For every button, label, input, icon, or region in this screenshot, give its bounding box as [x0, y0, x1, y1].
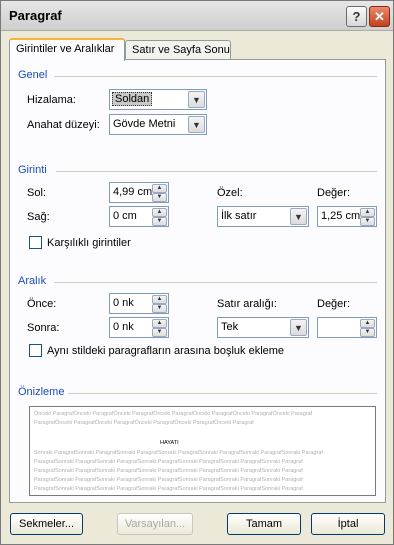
chevron-down-icon[interactable]: ▼ [290, 208, 307, 225]
dialog-title: Paragraf [9, 8, 62, 23]
preview-previous-line: ParagrafÖnceki ParagrafÖnceki ParagrafÖn… [34, 420, 254, 426]
spin-up-icon[interactable]: ▲ [360, 208, 375, 217]
outline-level-label: Anahat düzeyi: [27, 119, 100, 131]
alignment-value: Soldan [112, 92, 153, 106]
divider [68, 393, 377, 394]
spin-up-icon[interactable]: ▲ [360, 319, 375, 328]
preview-next-line: ParagrafSonraki ParagrafSonraki Paragraf… [34, 477, 303, 483]
preview-group-title: Önizleme [18, 386, 65, 398]
tabs-button[interactable]: Sekmeler... [10, 513, 83, 535]
indent-by-value: 1,25 cm [321, 210, 361, 222]
cancel-button[interactable]: İptal [311, 513, 385, 535]
general-group-title: Genel [18, 69, 48, 81]
preview-next-line: Sonraki ParagrafSonraki ParagrafSonraki … [34, 450, 323, 456]
spacing-after-value: 0 nk [113, 321, 134, 333]
spin-down-icon[interactable]: ▼ [360, 217, 375, 226]
outline-level-value: Gövde Metni [113, 118, 176, 130]
chevron-down-icon[interactable]: ▼ [188, 91, 205, 108]
divider [54, 76, 377, 77]
line-spacing-value: Tek [221, 321, 239, 333]
tab-indents-spacing[interactable]: Girintiler ve Aralıklar [9, 38, 125, 61]
spin-down-icon[interactable]: ▼ [152, 328, 167, 337]
spin-up-icon[interactable]: ▲ [152, 184, 167, 193]
special-label: Özel: [217, 187, 243, 199]
spin-down-icon[interactable]: ▼ [152, 217, 167, 226]
cancel-button-label: İptal [337, 518, 359, 530]
spacing-group-title: Aralık [18, 275, 47, 287]
tab-panel: Genel Hizalama: Soldan ▼ Anahat düzeyi: … [9, 59, 386, 503]
indentation-group-title: Girinti [18, 164, 47, 176]
preview-current-paragraph: HAYATI [160, 440, 179, 446]
chevron-down-icon[interactable]: ▼ [290, 319, 307, 336]
spacing-after-stepper[interactable]: 0 nk ▲ ▼ [109, 317, 169, 338]
spin-down-icon[interactable]: ▼ [360, 328, 375, 337]
spacing-before-stepper[interactable]: 0 nk ▲ ▼ [109, 293, 169, 314]
left-indent-stepper[interactable]: 4,99 cm ▲ ▼ [109, 182, 169, 203]
spacing-before-label: Önce: [27, 298, 57, 310]
line-spacing-select[interactable]: Tek ▼ [217, 317, 309, 338]
tab-label: Girintiler ve Aralıklar [16, 43, 115, 55]
chevron-down-icon[interactable]: ▼ [188, 116, 205, 133]
line-spacing-at-stepper[interactable]: ▲ ▼ [317, 317, 377, 338]
no-space-same-style-label: Aynı stildeki paragrafların arasına boşl… [47, 345, 285, 357]
left-indent-label: Sol: [27, 187, 46, 199]
indent-by-stepper[interactable]: 1,25 cm ▲ ▼ [317, 206, 377, 227]
tab-label: Satır ve Sayfa Sonu [132, 44, 230, 56]
ok-button-label: Tamam [245, 518, 283, 530]
help-icon: ? [352, 9, 361, 24]
line-spacing-label: Satır aralığı: [217, 298, 277, 310]
right-indent-label: Sağ: [27, 211, 50, 223]
ok-button[interactable]: Tamam [227, 513, 301, 535]
help-button[interactable]: ? [346, 6, 367, 27]
alignment-select[interactable]: Soldan ▼ [109, 89, 207, 110]
spacing-after-label: Sonra: [27, 322, 60, 334]
spin-up-icon[interactable]: ▲ [152, 319, 167, 328]
indent-by-label: Değer: [317, 187, 351, 199]
divider [54, 282, 377, 283]
spacing-before-value: 0 nk [113, 297, 134, 309]
close-icon: ✕ [374, 8, 385, 24]
preview-next-line: ParagrafSonraki ParagrafSonraki Paragraf… [34, 459, 303, 465]
preview-pane: Önceki ParagrafÖnceki ParagrafÖnceki Par… [29, 406, 376, 496]
spin-down-icon[interactable]: ▼ [152, 304, 167, 313]
spin-up-icon[interactable]: ▲ [152, 208, 167, 217]
right-indent-stepper[interactable]: 0 cm ▲ ▼ [109, 206, 169, 227]
special-select[interactable]: İlk satır ▼ [217, 206, 309, 227]
special-value: İlk satır [221, 210, 257, 222]
default-button-label: Varsayılan... [124, 518, 186, 530]
close-button[interactable]: ✕ [369, 6, 390, 27]
preview-next-line: ParagrafSonraki ParagrafSonraki Paragraf… [34, 486, 303, 492]
spin-down-icon[interactable]: ▼ [152, 193, 167, 202]
tab-line-page-breaks[interactable]: Satır ve Sayfa Sonu [125, 40, 231, 60]
paragraph-dialog: Paragraf ? ✕ Girintiler ve Aralıklar Sat… [0, 0, 394, 545]
no-space-same-style-checkbox[interactable] [29, 344, 42, 357]
preview-previous-line: Önceki ParagrafÖnceki ParagrafÖnceki Par… [34, 411, 313, 417]
right-indent-value: 0 cm [113, 210, 137, 222]
default-button[interactable]: Varsayılan... [117, 513, 193, 535]
left-indent-value: 4,99 cm [113, 186, 153, 198]
spin-up-icon[interactable]: ▲ [152, 295, 167, 304]
mirror-indents-checkbox[interactable] [29, 236, 42, 249]
outline-level-select[interactable]: Gövde Metni ▼ [109, 114, 207, 135]
line-spacing-at-label: Değer: [317, 298, 351, 310]
divider [56, 171, 377, 172]
tabs-button-label: Sekmeler... [18, 518, 75, 530]
alignment-label: Hizalama: [27, 94, 76, 106]
title-bar[interactable]: Paragraf ? ✕ [1, 1, 393, 31]
mirror-indents-label: Karşılıklı girintiler [47, 237, 131, 249]
preview-next-line: ParagrafSonraki ParagrafSonraki Paragraf… [34, 468, 303, 474]
